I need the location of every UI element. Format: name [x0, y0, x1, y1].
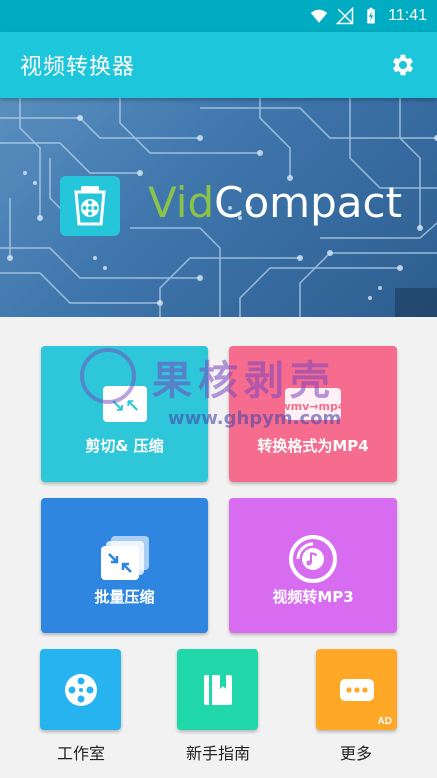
more-label: 更多	[339, 744, 372, 763]
promo-banner: VidCompact	[0, 98, 437, 317]
svg-text:↘↖: ↘↖	[109, 396, 139, 417]
convert-format-icon: wmv→mp4	[283, 388, 343, 420]
cut-compress-card[interactable]: ↘↖ 剪切& 压缩	[41, 346, 208, 482]
status-bar: 11:41	[0, 0, 437, 32]
app-title: 视频转换器	[20, 55, 136, 80]
music-disc-icon	[289, 535, 337, 583]
more-dots-icon	[339, 678, 374, 701]
studio-button[interactable]	[40, 649, 121, 730]
batch-compress-card[interactable]: 批量压缩	[41, 498, 208, 633]
guide-book-icon	[203, 674, 232, 705]
video-to-mp3-label: 视频转MP3	[272, 588, 354, 606]
svg-text:wmv→mp4: wmv→mp4	[283, 400, 343, 413]
cut-compress-label: 剪切& 压缩	[85, 437, 164, 455]
beginner-guide-label: 新手指南	[185, 744, 250, 763]
batch-compress-label: 批量压缩	[94, 588, 155, 606]
brand-part-vid: Vid	[148, 178, 215, 227]
gear-icon[interactable]	[389, 51, 417, 79]
convert-mp4-card[interactable]: wmv→mp4 转换格式为MP4	[229, 346, 397, 482]
ad-badge: AD	[377, 716, 392, 727]
signal-muted-icon	[336, 7, 354, 25]
status-time: 11:41	[388, 7, 427, 24]
more-button[interactable]: AD	[316, 649, 397, 730]
convert-mp4-label: 转换格式为MP4	[257, 437, 369, 455]
video-to-mp3-card[interactable]: 视频转MP3	[229, 498, 397, 633]
wifi-icon	[310, 9, 328, 23]
app-logo	[60, 176, 120, 236]
studio-label: 工作室	[56, 744, 105, 763]
battery-charging-icon	[367, 7, 375, 24]
brand-part-compact: Compact	[214, 178, 403, 227]
film-reel-icon	[64, 673, 97, 706]
brand-name: VidCompact	[148, 178, 402, 227]
film-compress-icon	[74, 186, 106, 226]
cut-compress-icon: ↘↖	[102, 386, 147, 422]
batch-compress-icon	[100, 536, 149, 580]
beginner-guide-button[interactable]	[177, 649, 258, 730]
app-bar: 视频转换器	[0, 32, 437, 98]
